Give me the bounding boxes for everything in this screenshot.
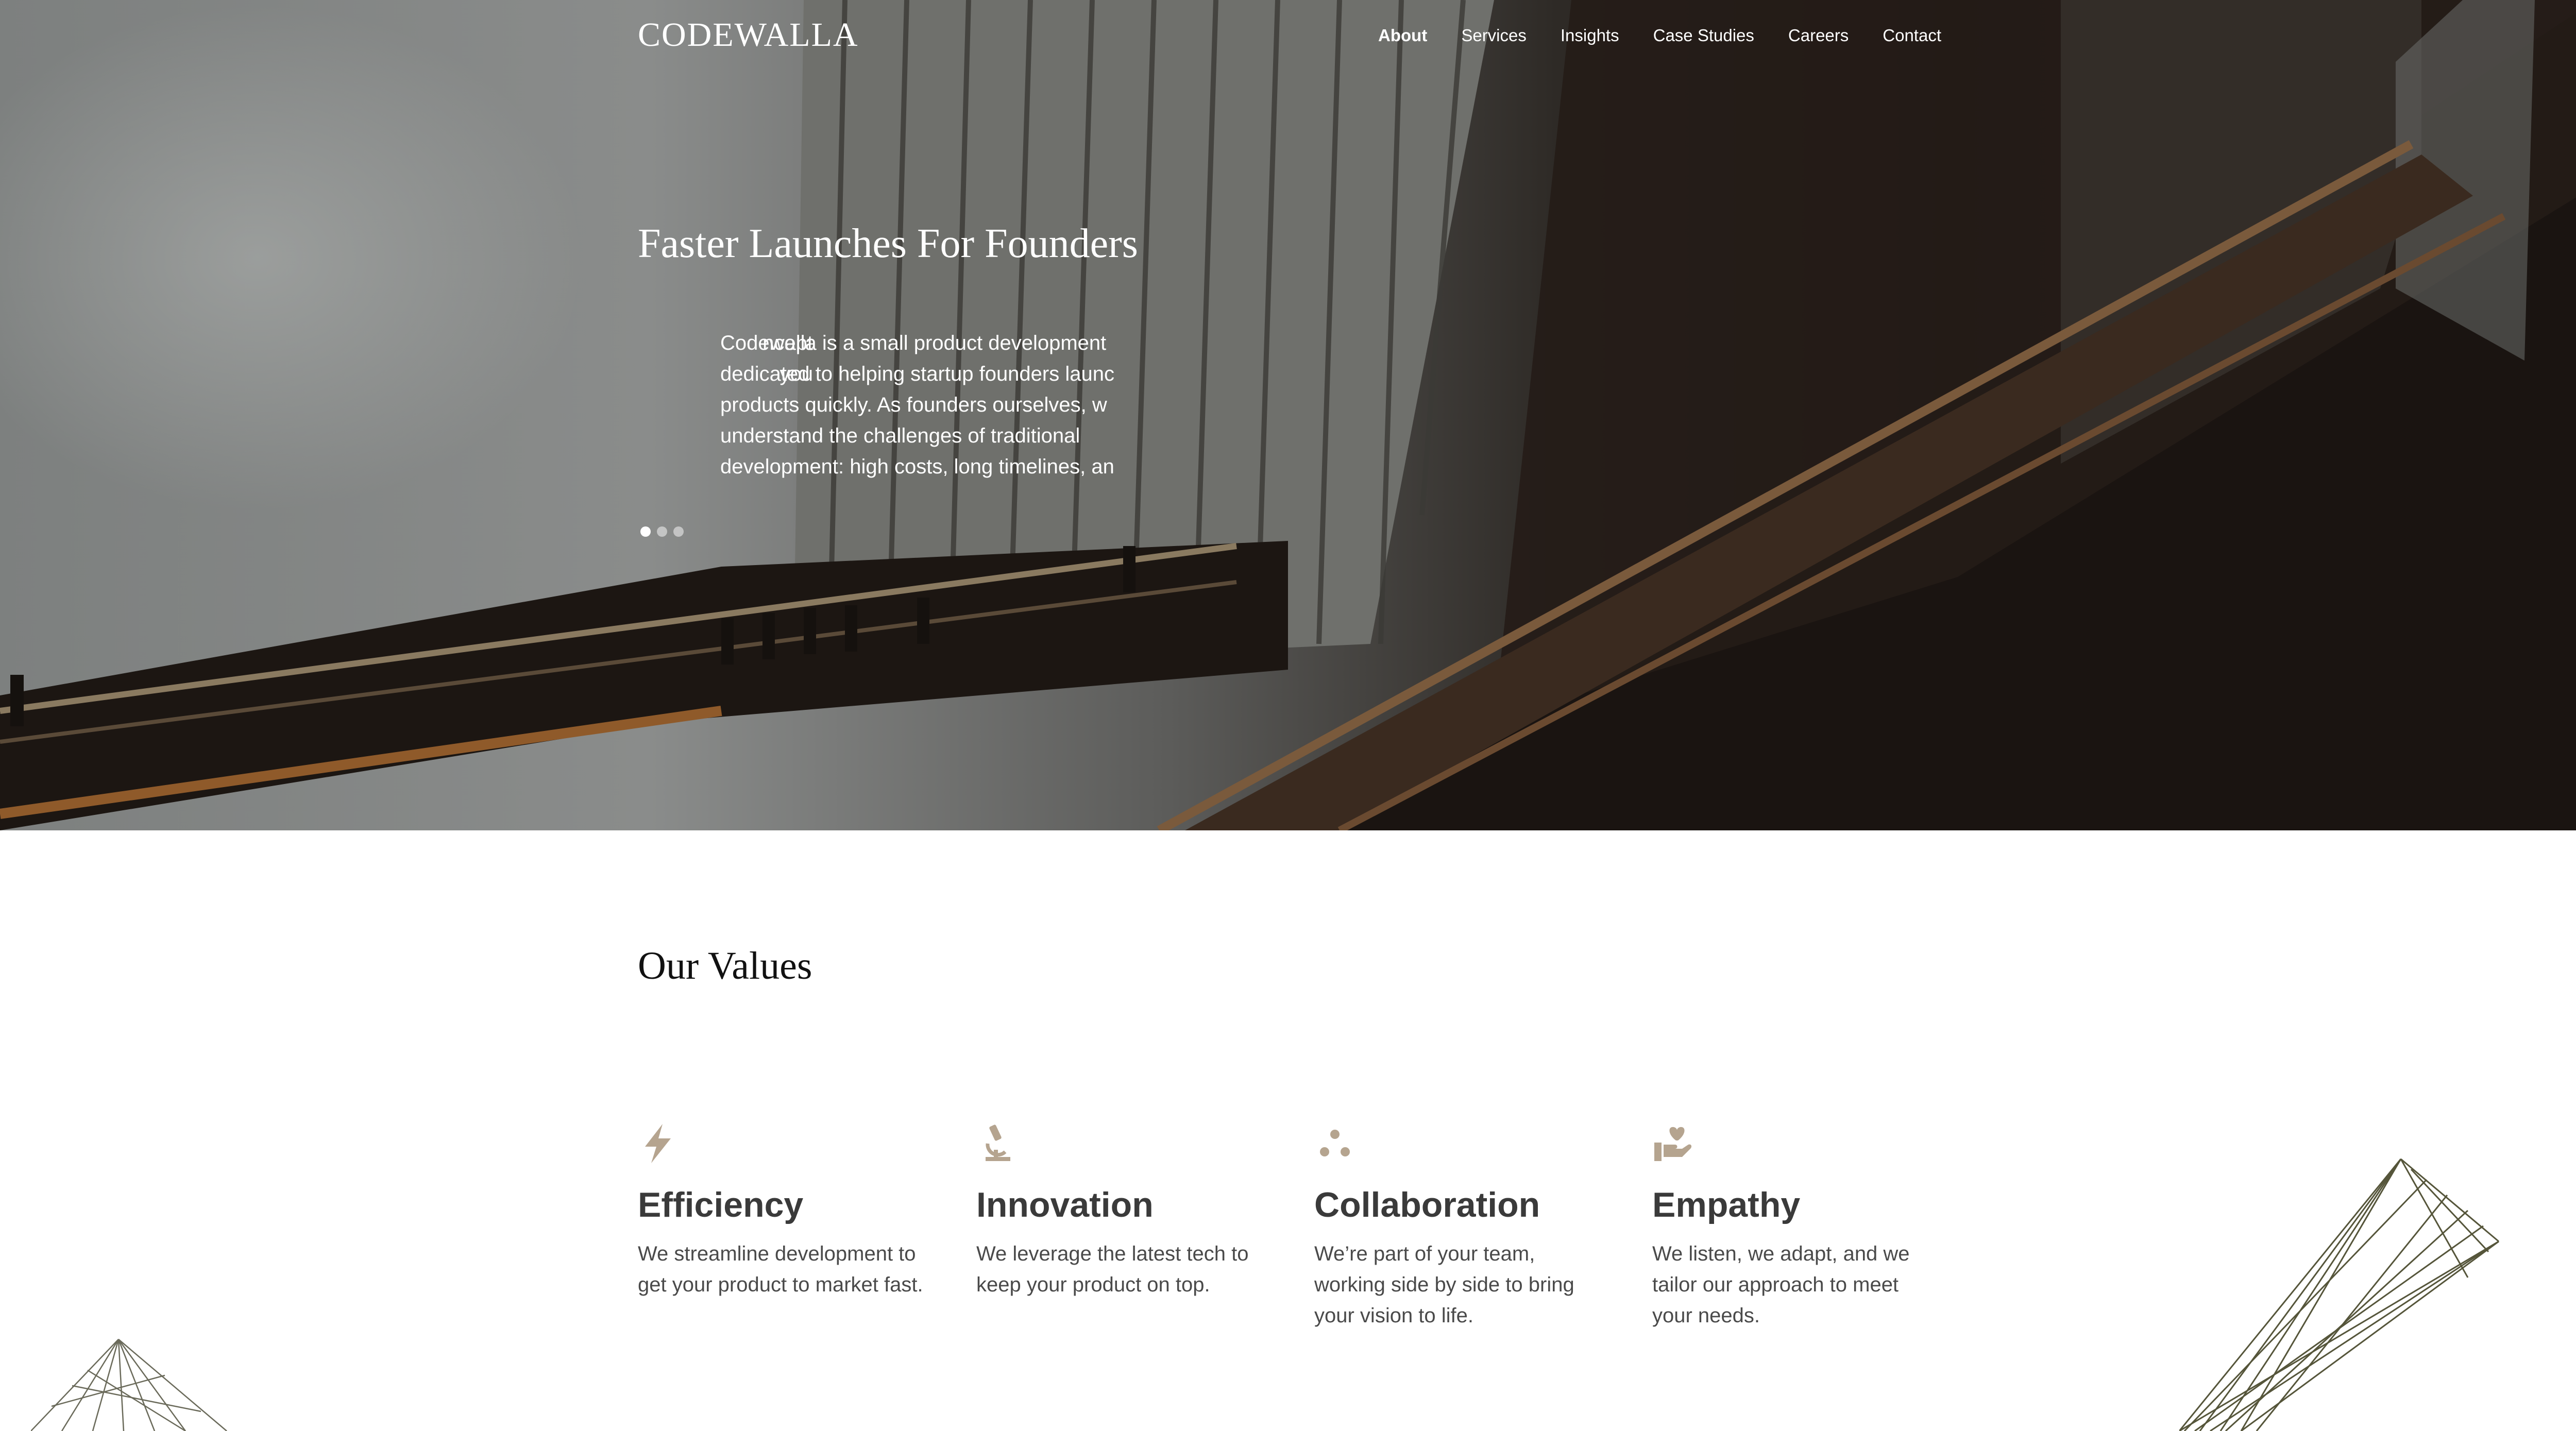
hero-carousel[interactable]: ncept you Codewalla is a small product d… [638,328,1136,492]
hero-section: CODEWALLA About Services Insights Case S… [0,0,2576,830]
nav-case-studies[interactable]: Case Studies [1653,26,1754,45]
nav-insights[interactable]: Insights [1561,26,1619,45]
value-title: Efficiency [638,1185,804,1224]
value-card-innovation: Innovation We leverage the latest tech t… [976,1123,1265,1296]
value-text: We’re part of your team, working side by… [1314,1242,1574,1327]
nav-contact[interactable]: Contact [1883,26,1941,45]
value-text: We streamline development to get your pr… [638,1242,923,1296]
value-title: Empathy [1652,1185,1801,1224]
wireframe-decoration-right [2179,1158,2499,1431]
carousel-dot-3[interactable] [673,526,684,537]
hero-title: Faster Launches For Founders [638,221,1138,266]
nav-careers[interactable]: Careers [1788,26,1849,45]
three-dots-icon [1320,1130,1350,1156]
lightning-icon [645,1124,671,1163]
main-nav: About Services Insights Case Studies Car… [1344,26,1941,45]
nav-services[interactable]: Services [1461,26,1527,45]
wireframe-decoration-left [31,1339,227,1431]
value-card-efficiency: Efficiency We streamline development to … [638,1123,926,1296]
value-text: We listen, we adapt, and we tailor our a… [1652,1242,1910,1327]
value-card-empathy: Empathy We listen, we adapt, and we tail… [1652,1123,1941,1327]
heart-hand-icon [1654,1127,1692,1161]
microscope-icon [986,1125,1010,1161]
brand-logo[interactable]: CODEWALLA [638,15,859,55]
value-title: Collaboration [1314,1185,1540,1224]
carousel-dot-2[interactable] [657,526,667,537]
carousel-slide-current: Codewalla is a small product development… [720,332,1114,478]
value-text: We leverage the latest tech to keep your… [976,1242,1249,1296]
hero-background-image [0,0,2576,830]
carousel-dots [640,526,684,537]
nav-about[interactable]: About [1378,26,1427,45]
value-title: Innovation [976,1185,1154,1224]
value-card-collaboration: Collaboration We’re part of your team, w… [1314,1123,1603,1327]
values-heading: Our Values [638,944,812,987]
carousel-dot-1[interactable] [640,526,651,537]
